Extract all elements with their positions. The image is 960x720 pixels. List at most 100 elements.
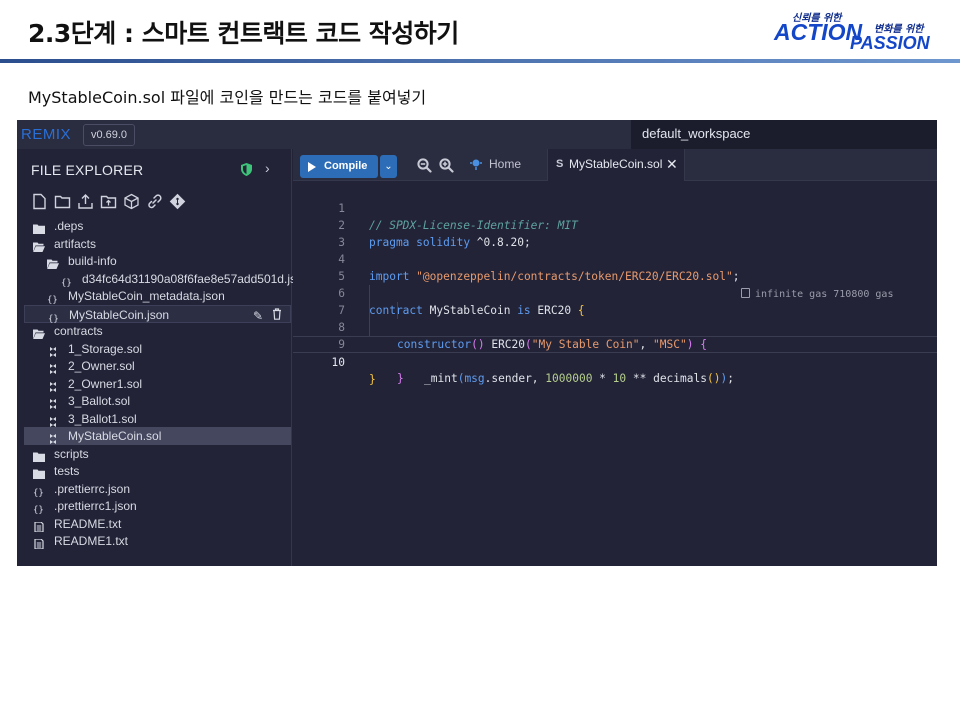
- json-icon: {}: [33, 501, 45, 516]
- publish-gist-icon[interactable]: [123, 193, 140, 210]
- code-text: *: [592, 372, 613, 385]
- file-tree-item[interactable]: tests: [24, 462, 291, 480]
- slide-title: 2.3단계 : 스마트 컨트랙트 코드 작성하기: [28, 19, 459, 48]
- folder-icon: [33, 466, 45, 479]
- solidity-icon: [47, 344, 59, 357]
- folder-open-icon: [33, 239, 45, 252]
- new-folder-icon[interactable]: [54, 193, 71, 210]
- file-tree-item[interactable]: {} MyStableCoin_metadata.json: [24, 287, 291, 306]
- upload-icon[interactable]: [77, 193, 94, 210]
- chevron-right-icon[interactable]: ›: [265, 160, 270, 176]
- compile-button[interactable]: Compile: [300, 155, 378, 178]
- file-tree-item[interactable]: {} d34fc64d31190a08f6fae8e57add501d.json: [24, 270, 309, 289]
- file-tree-item-label: 3_Ballot1.sol: [68, 411, 137, 426]
- json-icon: {}: [33, 484, 45, 498]
- file-tree-item[interactable]: contracts: [24, 322, 291, 340]
- file-tree-item-label: scripts: [54, 446, 89, 461]
- file-tree-item-label: README.txt: [54, 516, 122, 531]
- file-tree-item-label: 1_Storage.sol: [68, 341, 143, 356]
- file-tree-item[interactable]: {} .prettierrc.json: [24, 480, 291, 499]
- file-tree-item-label: .prettierrc.json: [54, 481, 131, 496]
- code-line: 1 // SPDX-License-Identifier: MIT: [293, 183, 937, 232]
- code-number: 1000000: [545, 372, 593, 385]
- shield-icon[interactable]: [241, 163, 252, 176]
- file-tree-item-label: tests: [54, 464, 80, 478]
- code-function: _mint: [424, 372, 458, 385]
- editor-panel: Compile ⌄ Home S MyStableCoin.sol ✕ 1 //…: [293, 149, 937, 566]
- slide-subtitle: MyStableCoin.sol 파일에 코인을 만드는 코드를 붙여넣기: [28, 88, 427, 107]
- remix-brand-label[interactable]: REMIX: [21, 126, 71, 143]
- new-file-icon[interactable]: [31, 193, 48, 210]
- file-tree-item[interactable]: {} .prettierrc1.json: [24, 497, 291, 516]
- title-divider: [0, 59, 960, 63]
- file-tree-item[interactable]: {} MyStableCoin.json ✎: [24, 304, 291, 324]
- svg-text:{}: {}: [47, 296, 58, 305]
- file-tree-item-label: d34fc64d31190a08f6fae8e57add501d.json: [82, 271, 310, 286]
- code-line: 3: [293, 217, 937, 249]
- file-tree-item[interactable]: README1.txt: [24, 532, 291, 550]
- chevron-down-icon: ⌄: [384, 161, 393, 172]
- line-number: 10: [331, 356, 345, 369]
- text-file-icon: [33, 519, 45, 533]
- editor-tab-bar: Compile ⌄ Home S MyStableCoin.sol ✕: [293, 149, 937, 181]
- workspace-selector[interactable]: default_workspace: [631, 120, 937, 149]
- json-icon: {}: [47, 291, 59, 306]
- file-tree-item[interactable]: MyStableCoin.sol: [24, 427, 291, 445]
- code-line-current: 10 }: [293, 336, 937, 386]
- file-tree-item[interactable]: artifacts: [24, 235, 291, 253]
- solidity-icon: [47, 414, 59, 427]
- file-tree-item-label: build-info: [68, 254, 117, 268]
- file-tree-item[interactable]: build-info: [24, 252, 291, 270]
- logo-word-action: ACTION: [774, 19, 863, 45]
- file-tree-item-label: 2_Owner1.sol: [68, 376, 143, 391]
- tab-file-label: MyStableCoin.sol: [569, 157, 663, 171]
- code-text: ** decimals: [626, 372, 707, 385]
- zoom-out-icon[interactable]: [417, 158, 432, 173]
- file-tree-item[interactable]: 1_Storage.sol: [24, 340, 291, 358]
- file-tree-item[interactable]: 2_Owner.sol: [24, 357, 291, 375]
- solidity-icon: [47, 431, 59, 444]
- code-text: .sender,: [484, 372, 546, 385]
- code-editor[interactable]: 1 // SPDX-License-Identifier: MIT 2 prag…: [293, 183, 937, 566]
- solidity-icon: S: [556, 158, 564, 170]
- code-bracket: }: [397, 372, 404, 385]
- svg-text:{}: {}: [33, 488, 44, 497]
- file-explorer-panel: FILE EXPLORER › .deps artifacts build-info…: [17, 149, 309, 566]
- zoom-in-icon[interactable]: [439, 158, 454, 173]
- file-tree-item[interactable]: 2_Owner1.sol: [24, 375, 291, 393]
- file-tree-item[interactable]: scripts: [24, 445, 291, 463]
- file-tree-item-label: .prettierrc1.json: [54, 499, 137, 513]
- code-bracket: (): [706, 372, 721, 385]
- play-icon: [308, 162, 316, 172]
- tab-home[interactable]: Home: [466, 149, 546, 180]
- code-text: ;: [727, 372, 734, 385]
- compile-options-dropdown[interactable]: ⌄: [380, 155, 397, 178]
- tab-mystablecoin-sol[interactable]: S MyStableCoin.sol ✕: [547, 149, 685, 181]
- solidity-icon: [47, 379, 59, 392]
- file-tree-item[interactable]: README.txt: [24, 515, 291, 533]
- code-bracket: }: [369, 373, 376, 386]
- json-icon: {}: [48, 310, 60, 324]
- folder-open-icon: [33, 326, 45, 339]
- solidity-icon: [47, 396, 59, 409]
- indent-guide: [369, 285, 370, 302]
- file-tree-item-label: MyStableCoin.sol: [68, 429, 162, 443]
- file-tree-item[interactable]: 3_Ballot.sol: [24, 392, 291, 410]
- action-passion-logo: 신뢰를 위한 변화를 위한 ACTION PASSION: [772, 8, 942, 56]
- code-line: 9 }: [293, 319, 937, 385]
- close-icon[interactable]: ✕: [666, 149, 678, 180]
- indent-guide: [369, 319, 370, 336]
- upload-folder-icon[interactable]: [100, 193, 117, 210]
- file-tree-item-label: README1.txt: [54, 534, 129, 548]
- code-line: 7 constructor() ERC20("My Stable Coin", …: [293, 285, 937, 351]
- explorer-toolbar: [31, 193, 186, 213]
- file-tree-item[interactable]: 3_Ballot1.sol: [24, 410, 291, 428]
- file-tree-item-label: MyStableCoin_metadata.json: [68, 289, 225, 303]
- git-icon[interactable]: [169, 193, 186, 210]
- file-tree-item[interactable]: .deps: [24, 217, 291, 235]
- link-icon[interactable]: [146, 193, 163, 210]
- indent-guide: [369, 302, 370, 319]
- indent-guide: [397, 302, 398, 319]
- solidity-icon: [47, 361, 59, 374]
- version-badge: v0.69.0: [83, 124, 135, 146]
